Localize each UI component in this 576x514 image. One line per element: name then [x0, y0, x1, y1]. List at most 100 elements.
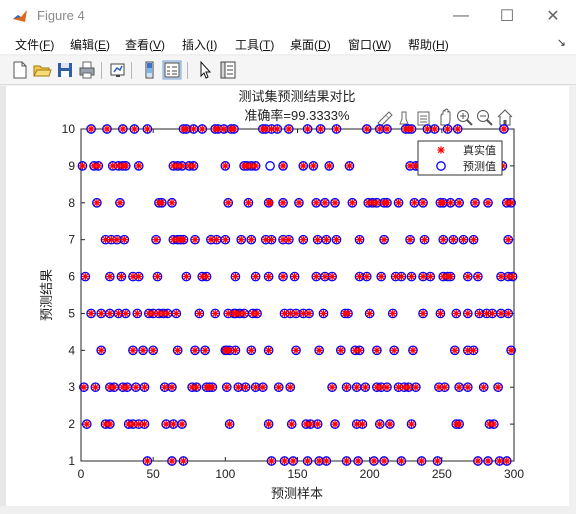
true-marker	[495, 457, 504, 465]
true-marker	[433, 457, 442, 465]
y-tick-label: 1	[68, 454, 75, 468]
true-marker	[279, 199, 287, 207]
y-tick-label: 6	[68, 270, 75, 284]
true-marker	[106, 309, 114, 318]
true-marker	[97, 346, 105, 354]
true-marker	[507, 346, 515, 354]
true-marker	[275, 383, 283, 391]
true-marker	[231, 272, 240, 281]
true-marker	[426, 272, 434, 281]
y-tick-label: 4	[68, 343, 75, 357]
true-marker	[191, 346, 199, 354]
true-marker	[117, 272, 126, 281]
zoom-out-icon[interactable]	[477, 110, 493, 126]
true-marker	[409, 346, 417, 354]
axes-toolbar	[377, 108, 513, 127]
true-marker	[354, 457, 362, 465]
true-marker	[418, 457, 426, 465]
true-marker	[265, 272, 273, 281]
true-marker	[490, 420, 498, 428]
true-marker	[83, 420, 91, 428]
legend[interactable]: 真实值 预测值	[417, 140, 503, 176]
true-marker	[348, 199, 356, 207]
true-marker	[208, 383, 216, 391]
true-marker	[113, 236, 121, 244]
true-marker	[182, 272, 190, 281]
true-marker	[280, 457, 289, 465]
true-marker	[332, 236, 341, 244]
true-marker	[380, 236, 388, 244]
true-marker	[178, 420, 186, 428]
true-marker	[345, 162, 354, 170]
true-marker	[328, 383, 336, 391]
true-marker	[419, 272, 427, 281]
y-tick-label: 2	[68, 417, 75, 431]
home-icon[interactable]	[497, 109, 513, 126]
true-marker	[455, 199, 463, 207]
true-marker	[309, 162, 317, 170]
true-marker	[143, 457, 151, 465]
true-marker	[80, 383, 88, 391]
zoom-in-icon[interactable]	[457, 110, 473, 126]
data-cursor-icon[interactable]	[399, 111, 409, 125]
true-marker	[464, 383, 472, 391]
true-marker	[152, 236, 160, 244]
true-marker	[230, 125, 238, 133]
true-marker	[279, 162, 287, 170]
true-marker	[497, 272, 505, 281]
true-marker	[226, 420, 234, 428]
link-icon[interactable]	[417, 111, 430, 126]
true-marker	[106, 420, 114, 428]
true-marker	[407, 272, 416, 281]
true-marker	[454, 125, 462, 133]
true-marker	[244, 199, 253, 207]
y-tick-label: 5	[68, 306, 75, 320]
true-marker	[285, 125, 293, 133]
true-marker	[383, 383, 391, 391]
pan-icon[interactable]	[440, 108, 451, 126]
true-marker	[332, 125, 341, 133]
true-marker	[253, 309, 261, 318]
true-marker	[507, 199, 515, 207]
true-marker	[299, 236, 307, 244]
true-marker	[231, 346, 240, 354]
true-marker	[469, 236, 478, 244]
true-marker	[312, 272, 320, 281]
true-marker	[405, 383, 413, 391]
true-marker	[386, 420, 394, 428]
true-marker	[484, 199, 492, 207]
true-marker	[259, 383, 267, 391]
true-marker	[91, 383, 100, 391]
true-marker	[355, 236, 364, 244]
y-axis-label: 预测结果	[39, 269, 54, 321]
true-marker	[161, 383, 169, 391]
true-marker	[129, 346, 137, 354]
true-marker	[423, 125, 431, 133]
scatter-plot[interactable]: 测试集预测结果对比 准确率=99.3333% 0 50 100 150 200 …	[0, 0, 576, 514]
true-marker	[500, 125, 508, 133]
true-marker	[380, 457, 388, 465]
true-marker	[446, 272, 455, 281]
true-marker	[304, 125, 312, 133]
true-marker	[122, 162, 130, 170]
true-marker	[370, 457, 378, 465]
true-marker	[342, 383, 351, 391]
true-marker	[439, 236, 447, 244]
true-marker	[291, 272, 299, 281]
true-marker	[389, 309, 397, 318]
true-marker	[397, 272, 406, 281]
legend-pred-label: 预测值	[463, 160, 496, 173]
true-marker	[315, 346, 323, 354]
true-marker	[87, 125, 95, 133]
true-marker	[164, 309, 172, 318]
true-marker	[140, 420, 149, 428]
true-marker	[198, 125, 206, 133]
true-marker	[305, 309, 313, 318]
true-marker	[376, 420, 384, 428]
true-marker	[331, 199, 339, 207]
true-marker	[474, 272, 482, 281]
brush-icon[interactable]	[377, 111, 393, 127]
true-marker	[322, 457, 330, 465]
true-marker	[189, 162, 198, 170]
true-marker	[508, 272, 517, 281]
